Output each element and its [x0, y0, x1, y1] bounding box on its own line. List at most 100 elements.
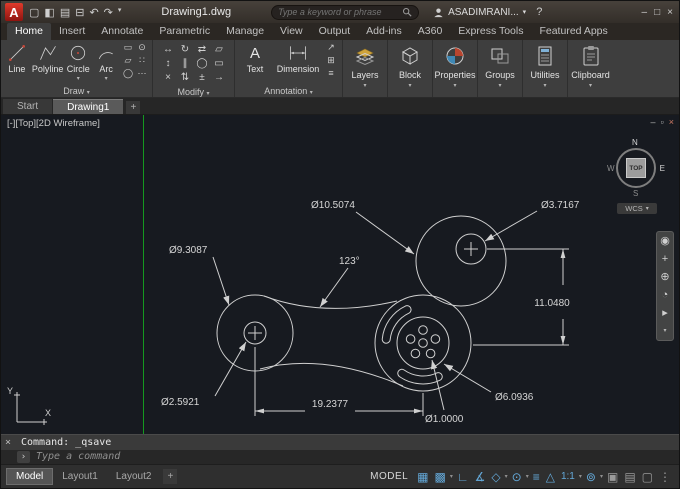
search-box[interactable] [271, 4, 420, 20]
object-snap-icon[interactable]: ⊙ [509, 467, 525, 487]
open-icon[interactable]: ◧ [44, 6, 54, 19]
print-icon[interactable]: ⊟ [75, 6, 84, 19]
tab-insert[interactable]: Insert [51, 23, 93, 40]
groups-panel-button[interactable]: Groups ▾ [478, 40, 523, 97]
annotation-visibility-icon[interactable]: △ [543, 467, 558, 487]
customize-icon[interactable]: ⋮ [656, 467, 674, 487]
circle-dropdown-icon[interactable]: ▾ [77, 75, 80, 82]
draw-panel-label[interactable]: Draw ▾ [1, 85, 152, 97]
viewcube[interactable]: N S W E TOP [607, 138, 665, 198]
mirror-tool-icon[interactable]: ⇅ [177, 72, 194, 86]
file-tab-drawing1[interactable]: Drawing1 [53, 99, 124, 114]
viewport-minimize-icon[interactable]: – [651, 117, 656, 127]
account-dropdown-icon[interactable]: ▾ [523, 8, 527, 16]
erase-tool-icon[interactable]: × [160, 72, 177, 86]
arc-dropdown-icon[interactable]: ▾ [105, 75, 108, 82]
ellipse-tool-icon[interactable]: ⊙ [135, 42, 149, 55]
viewcube-east[interactable]: E [660, 164, 665, 173]
modify-panel-label[interactable]: Modify ▾ [153, 86, 234, 98]
showmotion-icon[interactable]: ▸ [662, 307, 668, 319]
redo-icon[interactable]: ↷ [104, 6, 113, 19]
navigation-bar[interactable]: ◉ + ⊕ ◔ ▸ ▾ [656, 231, 674, 341]
properties-panel-button[interactable]: Properties ▾ [433, 40, 478, 97]
maximize-icon[interactable]: □ [654, 7, 660, 18]
circle-tool-button[interactable]: Circle ▾ [65, 42, 91, 82]
tab-home[interactable]: Home [7, 23, 52, 40]
layout-tab-model[interactable]: Model [6, 468, 54, 485]
steering-wheel-icon[interactable]: ◉ [660, 235, 670, 247]
ortho-mode-icon[interactable]: ∟ [454, 467, 472, 487]
hardware-acceleration-icon[interactable]: ▤ [621, 467, 638, 487]
command-close-icon[interactable]: × [5, 437, 15, 448]
arc-tool-button[interactable]: Arc ▾ [93, 42, 119, 82]
text-tool-button[interactable]: A Text [238, 42, 272, 75]
object-isolate-icon[interactable]: ▣ [604, 467, 621, 487]
leader-tool-icon[interactable]: ↗ [324, 42, 338, 55]
tab-a360[interactable]: A360 [410, 23, 451, 40]
hatch-tool-icon[interactable]: ▱ [121, 55, 135, 68]
viewport-close-icon[interactable]: × [669, 117, 674, 127]
viewcube-south[interactable]: S [633, 189, 638, 198]
qat-dropdown-icon[interactable]: ▾ [118, 6, 122, 19]
annotation-panel-dropdown-icon[interactable]: ▾ [310, 90, 313, 96]
search-icon[interactable] [402, 7, 412, 17]
trim-tool-icon[interactable]: ⇄ [194, 44, 211, 58]
clipboard-panel-button[interactable]: Clipboard ▾ [568, 40, 613, 97]
app-menu-button[interactable]: A [5, 3, 23, 21]
new-icon[interactable]: ▢ [29, 6, 39, 19]
viewport-controls-label[interactable]: [-][Top][2D Wireframe] [7, 118, 100, 129]
point-tool-icon[interactable]: ∷ [135, 55, 149, 68]
new-drawing-tab-button[interactable]: + [126, 101, 141, 114]
pan-icon[interactable]: + [662, 253, 668, 265]
layers-panel-button[interactable]: Layers ▾ [343, 40, 388, 97]
orbit-icon[interactable]: ◔ [662, 289, 669, 301]
workspace-switching-icon[interactable]: ⊚ [583, 467, 599, 487]
table-tool-icon[interactable]: ⊞ [324, 55, 338, 68]
annotation-panel-label[interactable]: Annotation ▾ [235, 85, 342, 97]
layout-tab-layout1[interactable]: Layout1 [53, 468, 107, 485]
viewcube-west[interactable]: W [607, 164, 615, 173]
lineweight-icon[interactable]: ≡ [530, 467, 543, 487]
array-tool-icon[interactable]: ▭ [211, 58, 228, 72]
zoom-icon[interactable]: ⊕ [660, 271, 669, 283]
file-tab-start[interactable]: Start [3, 99, 53, 114]
tab-express-tools[interactable]: Express Tools [450, 23, 531, 40]
grid-display-icon[interactable]: ▦ [414, 467, 431, 487]
tab-output[interactable]: Output [311, 23, 359, 40]
block-panel-button[interactable]: Block ▾ [388, 40, 433, 97]
close-icon[interactable]: × [667, 7, 673, 18]
polar-tracking-icon[interactable]: ∡ [472, 467, 489, 487]
search-input[interactable] [278, 7, 403, 17]
tab-addins[interactable]: Add-ins [358, 23, 410, 40]
wcs-menu[interactable]: WCS ▾ [617, 203, 657, 214]
rectangle-tool-icon[interactable]: ▭ [121, 42, 135, 55]
model-space-toggle[interactable]: MODEL [370, 471, 408, 482]
modify-panel-dropdown-icon[interactable]: ▾ [207, 91, 210, 97]
offset-tool-icon[interactable]: ∥ [177, 58, 194, 72]
snap-mode-icon[interactable]: ▩ [432, 467, 449, 487]
tab-manage[interactable]: Manage [218, 23, 272, 40]
clean-screen-icon[interactable]: ▢ [639, 467, 656, 487]
tab-view[interactable]: View [272, 23, 311, 40]
dimension-tool-button[interactable]: Dimension [274, 42, 322, 74]
tab-annotate[interactable]: Annotate [93, 23, 151, 40]
move-tool-icon[interactable]: ↔ [160, 44, 177, 58]
isodraft-icon[interactable]: ◇ [488, 467, 503, 487]
save-icon[interactable]: ▤ [60, 6, 70, 19]
minimize-icon[interactable]: – [642, 7, 648, 18]
polyline-tool-button[interactable]: Polyline [32, 42, 63, 74]
undo-icon[interactable]: ↶ [89, 6, 98, 19]
copy-tool-icon[interactable]: → [211, 72, 228, 86]
line-tool-button[interactable]: Line [4, 42, 30, 74]
fillet-tool-icon[interactable]: ▱ [211, 44, 228, 58]
viewcube-north[interactable]: N [632, 138, 638, 147]
utilities-panel-button[interactable]: Utilities ▾ [523, 40, 568, 97]
explode-tool-icon[interactable]: ± [194, 72, 211, 86]
viewcube-top-face[interactable]: TOP [626, 158, 646, 178]
new-layout-button[interactable]: + [163, 469, 178, 484]
draw-panel-dropdown-icon[interactable]: ▾ [87, 90, 90, 96]
annotation-scale-button[interactable]: 1:1 [558, 471, 578, 482]
tab-featured-apps[interactable]: Featured Apps [531, 23, 615, 40]
mtext-tool-icon[interactable]: ≡ [324, 68, 338, 81]
region-tool-icon[interactable]: ◯ [121, 68, 135, 81]
